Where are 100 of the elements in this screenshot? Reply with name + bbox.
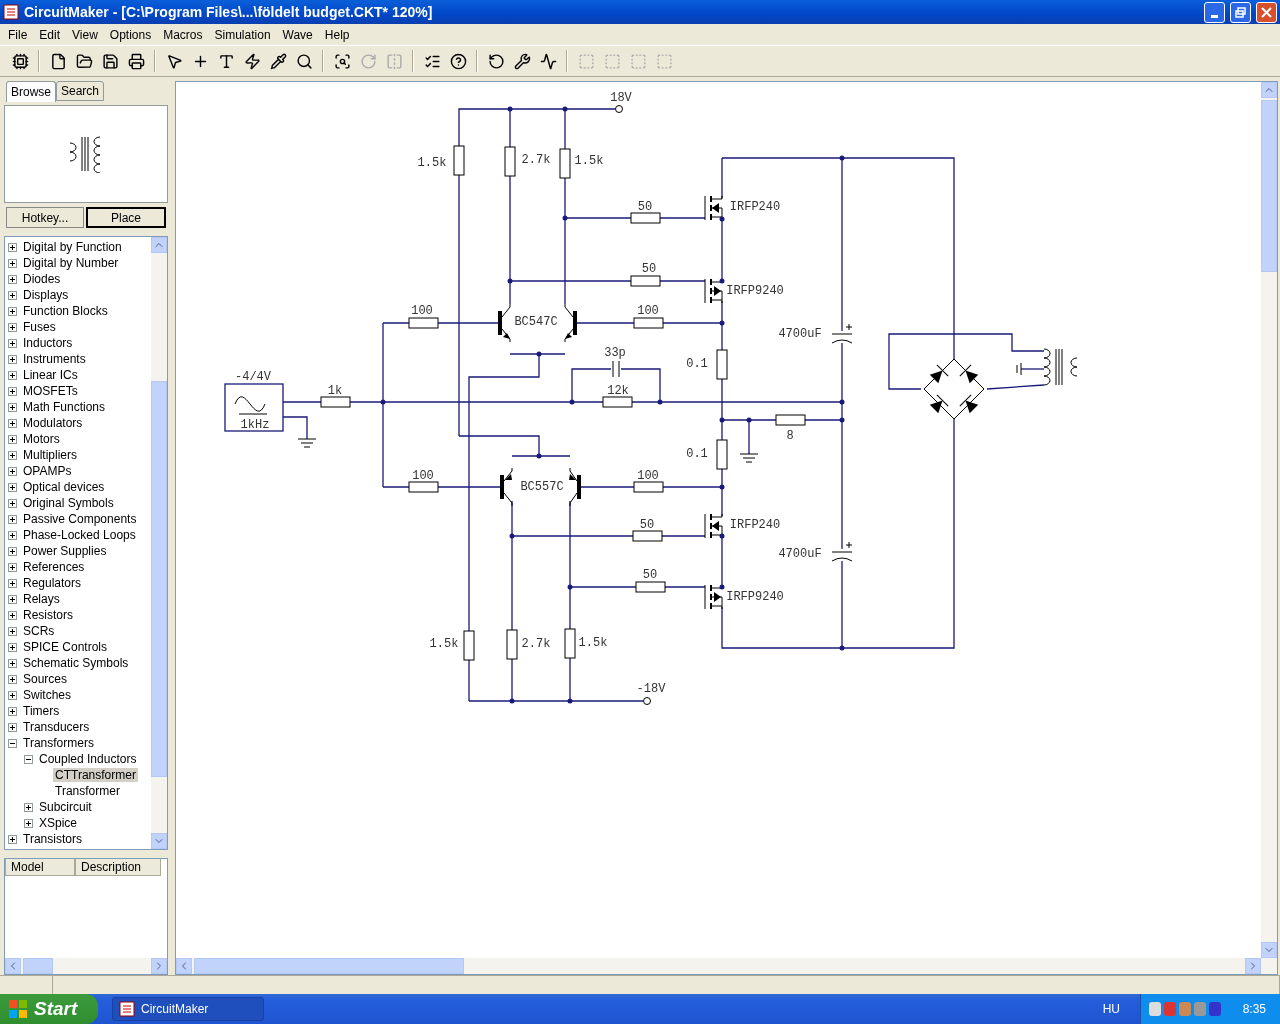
vertical-scrollbar[interactable] — [1261, 82, 1277, 958]
expand-icon[interactable] — [8, 626, 17, 636]
panel-button[interactable]: Hotkey... — [6, 207, 84, 228]
tree-item[interactable]: XSpice — [37, 816, 80, 830]
tree-item[interactable]: Modulators — [21, 416, 85, 430]
tree-item[interactable]: Displays — [21, 288, 71, 302]
tree-item[interactable]: Math Functions — [21, 400, 108, 414]
scroll-thumb[interactable] — [194, 958, 464, 974]
expand-icon[interactable] — [8, 322, 17, 332]
expand-icon[interactable] — [8, 258, 17, 268]
tree-item[interactable]: Original Symbols — [21, 496, 116, 510]
expand-icon[interactable] — [24, 818, 33, 828]
expand-icon[interactable] — [8, 658, 17, 668]
tree-item[interactable]: Power Supplies — [21, 544, 109, 558]
expand-icon[interactable] — [8, 722, 17, 732]
tree-item[interactable]: Regulators — [21, 576, 84, 590]
expand-icon[interactable] — [8, 466, 17, 476]
menu-item[interactable]: Simulation — [208, 27, 277, 42]
tree-item[interactable]: Motors — [21, 432, 62, 446]
minimize-button[interactable] — [1204, 1, 1225, 23]
restore-button[interactable] — [1230, 1, 1251, 23]
menu-item[interactable]: Help — [318, 27, 356, 42]
tree-item[interactable]: MOSFETs — [21, 384, 80, 398]
expand-icon[interactable] — [8, 402, 17, 412]
tree-item[interactable]: Schematic Symbols — [21, 656, 131, 670]
tree-item[interactable]: OPAMPs — [21, 464, 74, 478]
expand-icon[interactable] — [8, 434, 17, 444]
tree-item[interactable]: Instruments — [21, 352, 88, 366]
tree-item[interactable]: Digital by Number — [21, 256, 121, 270]
horizontal-scrollbar[interactable] — [176, 958, 1277, 974]
tree-item[interactable]: Passive Components — [21, 512, 139, 526]
tree-item[interactable]: References — [21, 560, 87, 574]
tree-item[interactable]: Transistors — [21, 832, 84, 846]
expand-icon[interactable] — [8, 562, 17, 572]
tree-item[interactable]: Phase-Locked Loops — [21, 528, 138, 542]
menu-item[interactable]: File — [2, 27, 34, 42]
expand-icon[interactable] — [8, 834, 17, 844]
scroll-thumb[interactable] — [151, 381, 167, 777]
menu-item[interactable]: Macros — [157, 27, 209, 42]
tree-item[interactable]: Transformers — [21, 736, 96, 750]
expand-icon[interactable] — [8, 498, 17, 508]
tree-item[interactable]: Function Blocks — [21, 304, 110, 318]
expand-icon[interactable] — [8, 578, 17, 588]
menu-item[interactable]: Options — [103, 27, 158, 42]
expand-icon[interactable] — [8, 610, 17, 620]
collapse-icon[interactable] — [24, 754, 33, 764]
tree-item[interactable]: Resistors — [21, 608, 75, 622]
expand-icon[interactable] — [8, 594, 17, 604]
menu-item[interactable]: Edit — [33, 27, 67, 42]
tree-item[interactable]: Multipliers — [21, 448, 79, 462]
expand-icon[interactable] — [8, 354, 17, 364]
scroll-thumb[interactable] — [23, 958, 53, 974]
language-indicator[interactable]: HU — [1102, 1002, 1120, 1016]
scroll-thumb[interactable] — [1261, 100, 1277, 272]
expand-icon[interactable] — [8, 514, 17, 524]
expand-icon[interactable] — [8, 290, 17, 300]
panel-tab[interactable]: Browse — [6, 81, 56, 102]
tree-item[interactable]: Digital by Function — [21, 240, 124, 254]
expand-icon[interactable] — [8, 242, 17, 252]
schematic-canvas[interactable]: 18V 1.5k 2.7k 1.5k 50 IRFP240 50 IRFP9240 100 BC547C 100 4700uF 0.1 33p -4/4V 1k 12k 1kHz 8 0.1 100 BC557C 100 50 IRFP240 4700uF 50 IRFP9240 1.5k 2.7k 1.5k -18V — [176, 82, 1261, 958]
horizontal-scrollbar[interactable] — [5, 958, 167, 974]
expand-icon[interactable] — [8, 530, 17, 540]
tree-item[interactable]: Sources — [21, 672, 70, 686]
tree-item[interactable]: Transducers — [21, 720, 92, 734]
taskbar-button[interactable]: CircuitMaker — [112, 997, 264, 1021]
tree-item[interactable]: Coupled Inductors — [37, 752, 139, 766]
collapse-icon[interactable] — [8, 738, 17, 748]
expand-icon[interactable] — [8, 690, 17, 700]
expand-icon[interactable] — [8, 418, 17, 428]
expand-icon[interactable] — [8, 482, 17, 492]
menu-item[interactable]: View — [66, 27, 104, 42]
expand-icon[interactable] — [8, 450, 17, 460]
tree-item[interactable]: Relays — [21, 592, 62, 606]
vertical-scrollbar[interactable] — [151, 237, 167, 849]
expand-icon[interactable] — [8, 706, 17, 716]
panel-tab[interactable]: Search — [56, 81, 105, 101]
expand-icon[interactable] — [8, 386, 17, 396]
tree-item[interactable]: SPICE Controls — [21, 640, 110, 654]
expand-icon[interactable] — [8, 338, 17, 348]
column-header[interactable]: Description — [75, 859, 161, 876]
expand-icon[interactable] — [8, 674, 17, 684]
expand-icon[interactable] — [24, 802, 33, 812]
tree-item[interactable]: CTTransformer — [53, 768, 138, 782]
tree-item[interactable]: Transformer — [53, 784, 122, 798]
tree-item[interactable]: Diodes — [21, 272, 63, 286]
start-button[interactable]: Start — [0, 994, 98, 1024]
tree-item[interactable]: Fuses — [21, 320, 58, 334]
expand-icon[interactable] — [8, 642, 17, 652]
tree-item[interactable]: Inductors — [21, 336, 75, 350]
expand-icon[interactable] — [8, 306, 17, 316]
tree-item[interactable]: Subcircuit — [37, 800, 94, 814]
panel-button[interactable]: Place — [86, 207, 166, 228]
tree-item[interactable]: SCRs — [21, 624, 57, 638]
expand-icon[interactable] — [8, 546, 17, 556]
tree-item[interactable]: Timers — [21, 704, 62, 718]
tree-item[interactable]: Linear ICs — [21, 368, 80, 382]
tree-item[interactable]: Optical devices — [21, 480, 107, 494]
column-header[interactable]: Model — [5, 859, 75, 876]
menu-item[interactable]: Wave — [276, 27, 319, 42]
tree-item[interactable]: Switches — [21, 688, 74, 702]
